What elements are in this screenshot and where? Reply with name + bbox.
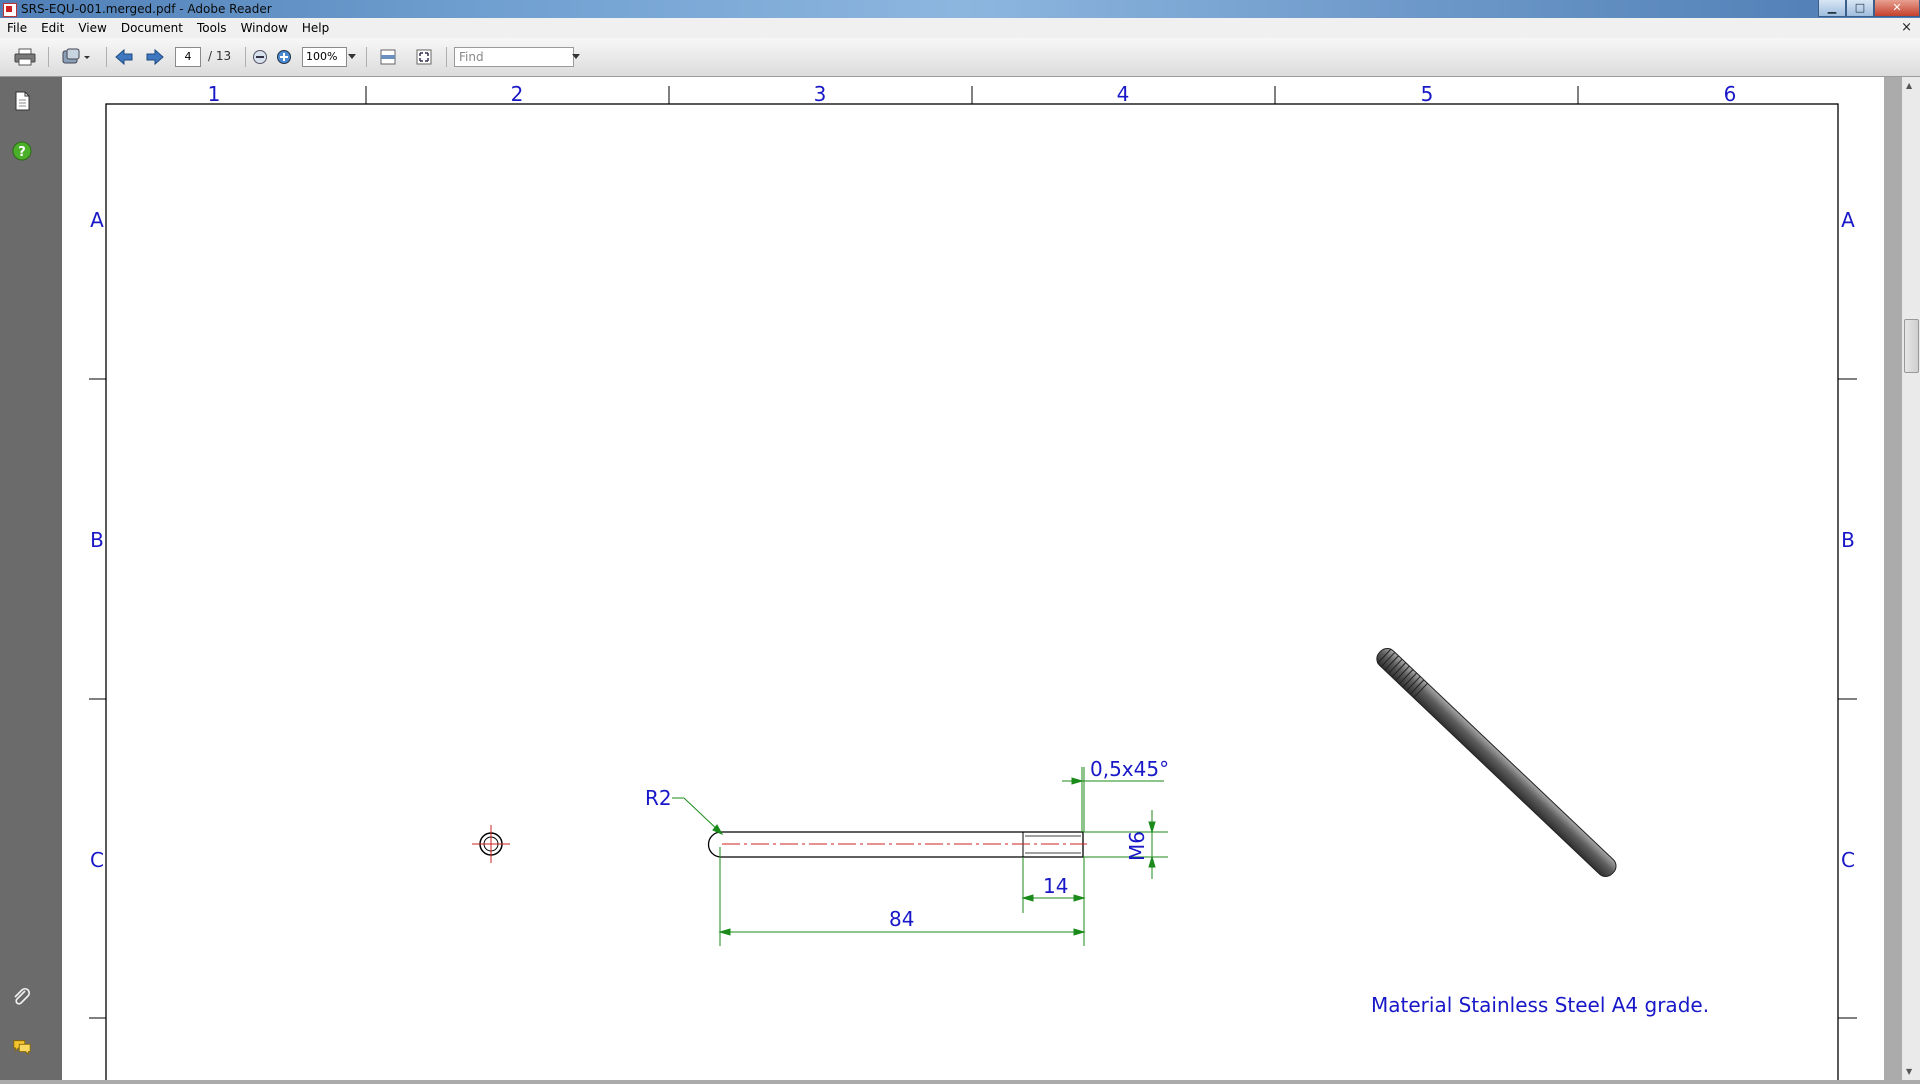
vertical-scrollbar[interactable]: ▲ ▼	[1902, 77, 1920, 1080]
col-label-1: 1	[208, 82, 221, 106]
rod-3d-view	[1376, 647, 1617, 877]
page-number-input[interactable]: 4	[175, 47, 201, 67]
help-icon: ?	[12, 141, 32, 161]
menu-help[interactable]: Help	[295, 21, 336, 35]
hand-tools-icon	[62, 48, 90, 64]
attachments-panel-button[interactable]	[12, 987, 32, 1007]
column-ticks	[365, 86, 1579, 104]
chevron-down-icon	[348, 54, 356, 59]
menu-window[interactable]: Window	[234, 21, 295, 35]
technical-drawing: 1 2 3 4 5 6 A B C A B C 0,5x45° R2 14 84…	[89, 82, 1857, 1084]
col-label-4: 4	[1117, 82, 1130, 106]
close-document-button[interactable]: ×	[1901, 20, 1912, 35]
zoom-in-icon	[277, 50, 291, 64]
dimension-thread-length-label: 14	[1043, 874, 1068, 898]
page-total-label: / 13	[208, 49, 232, 63]
pages-icon	[15, 91, 30, 111]
menu-document[interactable]: Document	[114, 21, 190, 35]
minimize-button[interactable]: ▁	[1818, 0, 1846, 17]
row-label-c-right: C	[1841, 848, 1855, 872]
print-button[interactable]	[12, 47, 38, 67]
comments-icon	[13, 1040, 31, 1056]
title-bar: SRS-EQU-001.merged.pdf - Adobe Reader ▁ …	[0, 0, 1920, 18]
printer-icon	[14, 48, 36, 66]
scroll-down-icon[interactable]: ▼	[1906, 1067, 1912, 1076]
next-page-button[interactable]	[143, 47, 167, 67]
toolbar: 4 / 13 100% Find	[0, 38, 1920, 77]
close-button[interactable]: ✕	[1874, 0, 1920, 17]
end-view-symbol	[472, 825, 510, 863]
pin-side-view	[707, 831, 1087, 858]
pages-panel-button[interactable]	[12, 91, 32, 111]
navigation-panel: ?	[0, 77, 62, 1080]
fit-page-icon	[416, 49, 432, 65]
window-title: SRS-EQU-001.merged.pdf - Adobe Reader	[21, 2, 272, 16]
menu-tools[interactable]: Tools	[190, 21, 234, 35]
menu-edit[interactable]: Edit	[34, 21, 71, 35]
arrow-right-icon	[146, 48, 164, 66]
row-label-b-left: B	[90, 528, 104, 552]
find-input[interactable]: Find	[454, 47, 574, 67]
help-panel-button[interactable]: ?	[12, 141, 32, 161]
row-label-a-left: A	[90, 208, 104, 232]
fit-page-button[interactable]	[412, 47, 436, 67]
row-label-b-right: B	[1841, 528, 1855, 552]
menu-view[interactable]: View	[71, 21, 113, 35]
menu-bar: File Edit View Document Tools Window Hel…	[0, 18, 1920, 38]
material-note: Material Stainless Steel A4 grade.	[1371, 993, 1709, 1017]
zoom-level-input[interactable]: 100%	[302, 47, 347, 67]
find-dropdown-button[interactable]	[570, 47, 582, 67]
scroll-up-icon[interactable]: ▲	[1906, 81, 1912, 90]
zoom-out-button[interactable]	[250, 47, 270, 67]
dimension-thread-label: M6	[1125, 831, 1149, 861]
arrow-left-icon	[115, 48, 133, 66]
col-label-5: 5	[1421, 82, 1434, 106]
maximize-button[interactable]: □	[1846, 0, 1874, 17]
menu-file[interactable]: File	[0, 21, 34, 35]
previous-page-button[interactable]	[112, 47, 136, 67]
dimension-chamfer-label: 0,5x45°	[1090, 757, 1169, 781]
svg-text:?: ?	[18, 145, 26, 160]
col-label-6: 6	[1724, 82, 1737, 106]
tools-dropdown-button[interactable]	[56, 47, 96, 67]
row-label-a-right: A	[1841, 208, 1855, 232]
comments-panel-button[interactable]	[12, 1037, 32, 1057]
drawing-frame	[105, 103, 1839, 1084]
pdf-page: 1 2 3 4 5 6 A B C A B C 0,5x45° R2 14 84…	[62, 77, 1884, 1084]
row-label-c-left: C	[90, 848, 104, 872]
adobe-reader-icon	[3, 3, 17, 17]
row-ticks	[89, 378, 1857, 1019]
dimension-overall-length-label: 84	[889, 907, 914, 931]
zoom-dropdown-button[interactable]	[346, 47, 358, 67]
paperclip-icon	[14, 987, 31, 1005]
fit-width-button[interactable]	[376, 47, 400, 67]
scrollbar-thumb[interactable]	[1904, 319, 1919, 373]
chevron-down-icon	[572, 54, 580, 59]
window-controls: ▁ □ ✕	[1818, 0, 1920, 18]
fit-width-icon	[380, 49, 396, 65]
dimension-radius-label: R2	[645, 786, 672, 810]
col-label-3: 3	[814, 82, 827, 106]
col-label-2: 2	[511, 82, 524, 106]
zoom-out-icon	[253, 50, 267, 64]
zoom-in-button[interactable]	[274, 47, 294, 67]
document-area[interactable]: 1 2 3 4 5 6 A B C A B C 0,5x45° R2 14 84…	[62, 77, 1900, 1084]
